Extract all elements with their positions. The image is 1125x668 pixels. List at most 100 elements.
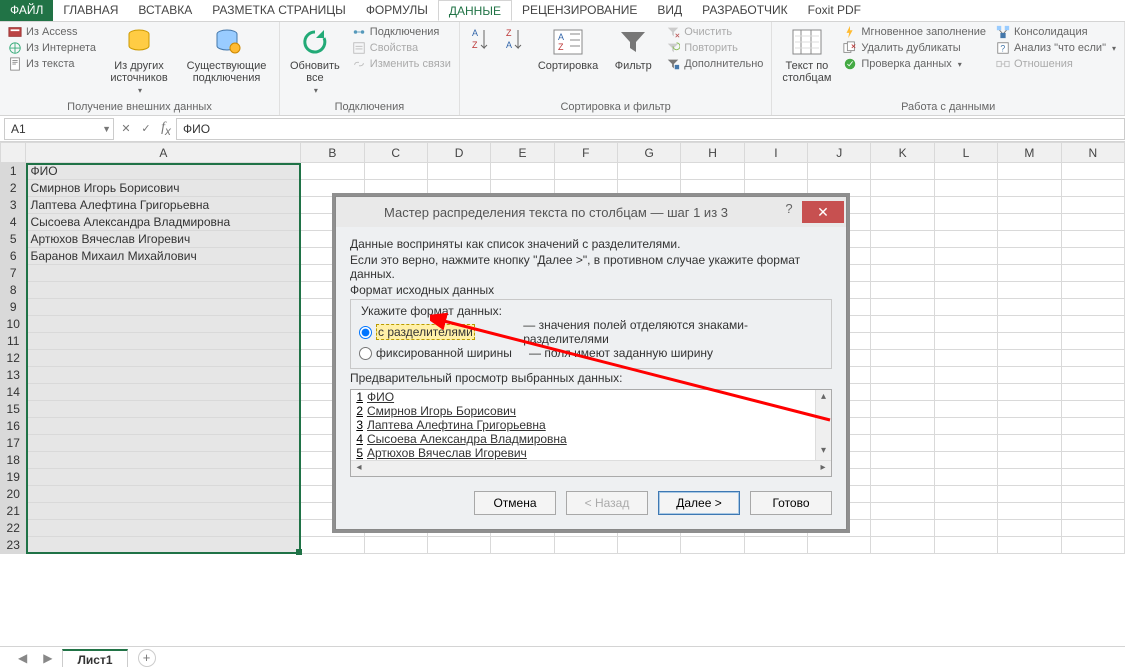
cell-D1[interactable] [427,163,490,180]
cell-M18[interactable] [998,452,1061,469]
row-header-18[interactable]: 18 [1,452,26,469]
cell-A1[interactable]: ФИО [26,163,301,180]
cell-N8[interactable] [1061,282,1124,299]
row-header-1[interactable]: 1 [1,163,26,180]
cell-M1[interactable] [998,163,1061,180]
cell-K6[interactable] [871,248,934,265]
cell-H23[interactable] [681,537,744,554]
cell-N5[interactable] [1061,231,1124,248]
cell-K14[interactable] [871,384,934,401]
row-header-20[interactable]: 20 [1,486,26,503]
cell-M9[interactable] [998,299,1061,316]
radio-delimited[interactable] [359,326,372,339]
btn-edit-links[interactable]: Изменить связи [350,56,453,72]
cell-B23[interactable] [301,537,364,554]
cell-K15[interactable] [871,401,934,418]
tab-review[interactable]: РЕЦЕНЗИРОВАНИЕ [512,0,647,21]
col-header-L[interactable]: L [934,143,997,163]
col-header-N[interactable]: N [1061,143,1124,163]
cell-N21[interactable] [1061,503,1124,520]
cell-K11[interactable] [871,333,934,350]
cell-N20[interactable] [1061,486,1124,503]
cell-A16[interactable] [26,418,301,435]
cell-N2[interactable] [1061,180,1124,197]
cell-M6[interactable] [998,248,1061,265]
cell-M5[interactable] [998,231,1061,248]
select-all-corner[interactable] [1,143,26,163]
cell-L8[interactable] [934,282,997,299]
cell-K19[interactable] [871,469,934,486]
cell-K5[interactable] [871,231,934,248]
finish-button[interactable]: Готово [750,491,832,515]
cell-K4[interactable] [871,214,934,231]
cell-L12[interactable] [934,350,997,367]
row-header-15[interactable]: 15 [1,401,26,418]
cell-A19[interactable] [26,469,301,486]
cell-M21[interactable] [998,503,1061,520]
btn-sort[interactable]: AZ Сортировка [534,24,602,74]
cell-M12[interactable] [998,350,1061,367]
cell-A9[interactable] [26,299,301,316]
cell-E1[interactable] [491,163,554,180]
btn-refresh-all[interactable]: Обновить все▾ [286,24,344,97]
cell-A8[interactable] [26,282,301,299]
cell-L22[interactable] [934,520,997,537]
cell-N11[interactable] [1061,333,1124,350]
cell-M11[interactable] [998,333,1061,350]
btn-sort-desc[interactable]: ZA [500,24,528,74]
name-box[interactable]: A1 ▼ [4,118,114,140]
btn-sort-asc[interactable]: AZ [466,24,494,74]
col-header-J[interactable]: J [808,143,871,163]
col-header-F[interactable]: F [554,143,617,163]
row-header-7[interactable]: 7 [1,265,26,282]
cell-A18[interactable] [26,452,301,469]
btn-from-access[interactable]: Из Access [6,24,98,40]
tab-page-layout[interactable]: РАЗМЕТКА СТРАНИЦЫ [202,0,356,21]
cell-I1[interactable] [744,163,807,180]
cell-L13[interactable] [934,367,997,384]
cell-M19[interactable] [998,469,1061,486]
btn-connections[interactable]: Подключения [350,24,453,40]
cell-H1[interactable] [681,163,744,180]
col-header-I[interactable]: I [744,143,807,163]
cell-C1[interactable] [364,163,427,180]
cell-A14[interactable] [26,384,301,401]
tab-formulas[interactable]: ФОРМУЛЫ [356,0,438,21]
row-header-4[interactable]: 4 [1,214,26,231]
btn-from-text[interactable]: Из текста [6,56,98,72]
cell-K23[interactable] [871,537,934,554]
btn-relationships[interactable]: Отношения [994,56,1118,72]
enter-formula-button[interactable]: ✓ [136,122,156,135]
row-header-22[interactable]: 22 [1,520,26,537]
cell-N18[interactable] [1061,452,1124,469]
cell-K3[interactable] [871,197,934,214]
cell-A21[interactable] [26,503,301,520]
tab-file[interactable]: ФАЙЛ [0,0,53,21]
row-header-5[interactable]: 5 [1,231,26,248]
btn-properties[interactable]: Свойства [350,40,453,56]
cell-L20[interactable] [934,486,997,503]
scroll-up-icon[interactable]: ▴ [821,390,826,406]
cell-M2[interactable] [998,180,1061,197]
btn-reapply[interactable]: Повторить [664,40,765,56]
cell-K22[interactable] [871,520,934,537]
cell-L1[interactable] [934,163,997,180]
cell-L3[interactable] [934,197,997,214]
btn-remove-dup[interactable]: Удалить дубликаты [841,40,988,56]
cell-A2[interactable]: Смирнов Игорь Борисович [26,180,301,197]
sheet-tab-active[interactable]: Лист1 [62,649,127,667]
cell-K21[interactable] [871,503,934,520]
tab-view[interactable]: ВИД [647,0,692,21]
radio-fixed-width[interactable] [359,347,372,360]
row-header-21[interactable]: 21 [1,503,26,520]
add-sheet-button[interactable]: + [138,649,156,667]
cell-A7[interactable] [26,265,301,282]
cell-C23[interactable] [364,537,427,554]
cancel-formula-button[interactable]: ✕ [116,122,136,135]
cell-K12[interactable] [871,350,934,367]
cell-K13[interactable] [871,367,934,384]
cell-N13[interactable] [1061,367,1124,384]
col-header-E[interactable]: E [491,143,554,163]
cell-L21[interactable] [934,503,997,520]
cell-A12[interactable] [26,350,301,367]
